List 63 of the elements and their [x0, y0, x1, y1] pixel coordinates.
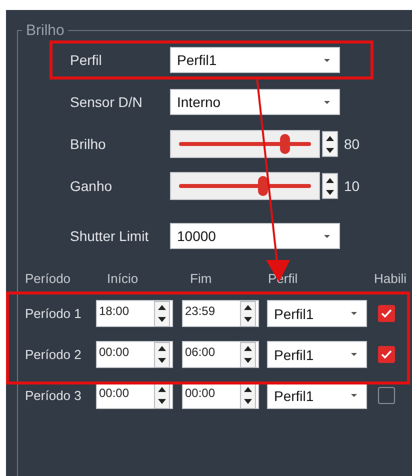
checkbox[interactable]	[378, 387, 395, 404]
caret-icon	[323, 234, 331, 238]
field-label: Ganho	[70, 178, 114, 194]
dropdown[interactable]: 10000	[170, 223, 340, 249]
arrow-up-icon	[326, 136, 334, 140]
arrow-up-icon	[244, 387, 252, 392]
arrow-up-icon	[158, 305, 166, 310]
caret-icon	[323, 100, 331, 104]
field-label: Brilho	[70, 136, 107, 152]
checkbox[interactable]	[378, 305, 395, 322]
column-header: Período	[25, 270, 72, 286]
spin-button[interactable]	[240, 300, 256, 326]
arrow-down-icon	[244, 317, 252, 322]
spin-button[interactable]	[240, 382, 256, 408]
dropdown[interactable]: Perfil1	[170, 47, 340, 73]
checkmark-icon	[381, 350, 392, 359]
spin-button[interactable]	[154, 300, 170, 326]
arrow-up-icon	[244, 346, 252, 351]
spin-button[interactable]	[154, 342, 170, 368]
time-field[interactable]: 18:00	[96, 300, 173, 327]
slider-thumb[interactable]	[280, 134, 290, 154]
caret-icon	[323, 58, 331, 62]
caret-icon	[350, 393, 358, 398]
time-field[interactable]: 23:59	[182, 300, 259, 327]
arrow-down-icon	[326, 190, 334, 194]
arrow-down-icon	[158, 317, 166, 322]
arrow-up-icon	[244, 305, 252, 310]
period-label: Período 3	[25, 388, 82, 403]
slider[interactable]	[170, 172, 320, 200]
spin-button[interactable]	[322, 131, 338, 157]
period-label: Período 2	[25, 347, 82, 362]
slider-thumb[interactable]	[258, 176, 268, 196]
column-header: Início	[107, 270, 140, 286]
time-field[interactable]: 06:00	[182, 341, 259, 368]
checkbox[interactable]	[378, 346, 395, 363]
slider-value: 10	[344, 178, 360, 194]
group-title: Brilho	[25, 22, 66, 39]
checkmark-icon	[381, 309, 392, 318]
arrow-down-icon	[244, 358, 252, 363]
slider-value: 80	[344, 136, 360, 152]
caret-icon	[350, 352, 358, 357]
spin-button[interactable]	[240, 342, 256, 368]
field-label: Shutter Limit	[70, 228, 150, 244]
column-header: Habili	[374, 270, 408, 286]
arrow-down-icon	[158, 358, 166, 363]
arrow-up-icon	[158, 346, 166, 351]
arrow-up-icon	[158, 387, 166, 392]
caret-icon	[350, 311, 358, 316]
column-header: Fim	[190, 270, 213, 286]
spin-button[interactable]	[154, 382, 170, 408]
slider[interactable]	[170, 130, 320, 158]
field-label: Sensor D/N	[70, 94, 144, 110]
arrow-down-icon	[244, 399, 252, 404]
arrow-up-icon	[326, 178, 334, 182]
period-label: Período 1	[25, 306, 82, 321]
arrow-down-icon	[158, 399, 166, 404]
dropdown[interactable]: Perfil1	[267, 300, 367, 327]
time-field[interactable]: 00:00	[96, 341, 173, 368]
arrow-down-icon	[326, 148, 334, 152]
dropdown[interactable]: Perfil1	[267, 341, 367, 368]
spin-button[interactable]	[322, 173, 338, 199]
dropdown[interactable]: Interno	[170, 89, 340, 115]
field-label: Perfil	[70, 52, 103, 68]
